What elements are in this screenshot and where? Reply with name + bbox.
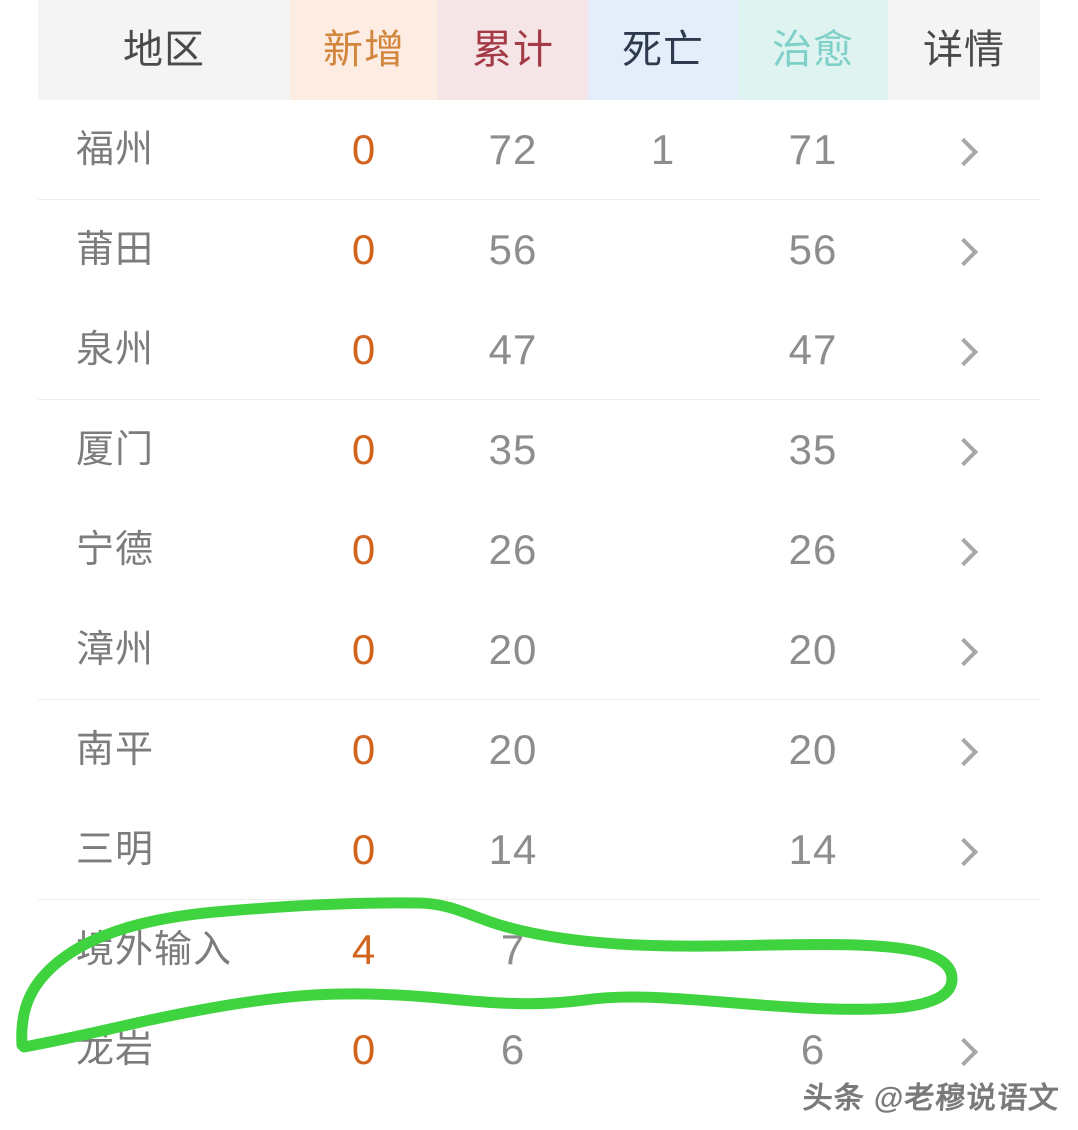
cell-region: 境外输入 (76, 929, 233, 971)
column-header-cured[interactable]: 治愈 (738, 0, 888, 100)
chevron-right-icon[interactable] (949, 537, 979, 567)
cell-new-cases: 0 (351, 226, 377, 273)
cell-deaths (588, 900, 738, 1000)
chevron-right-icon[interactable] (949, 137, 979, 167)
cell-region: 泉州 (76, 329, 155, 371)
table-row[interactable]: 漳州 0 20 20 (38, 600, 1040, 700)
cell-deaths (588, 300, 738, 400)
table-row[interactable]: 境外输入 4 7 (38, 900, 1040, 1000)
cell-cured: 71 (788, 126, 838, 173)
cell-deaths: 1 (650, 126, 676, 173)
cell-detail[interactable] (888, 800, 1040, 900)
cell-new-cases: 0 (351, 726, 377, 773)
cell-total-cases: 14 (488, 826, 538, 873)
cell-new-cases: 0 (351, 1026, 377, 1073)
cell-region: 南平 (76, 729, 155, 771)
column-header-deaths[interactable]: 死亡 (588, 0, 738, 100)
column-header-detail[interactable]: 详情 (888, 0, 1040, 100)
table-row[interactable]: 泉州 0 47 47 (38, 300, 1040, 400)
chevron-right-icon[interactable] (949, 837, 979, 867)
cell-region: 厦门 (76, 429, 155, 471)
cell-deaths (588, 200, 738, 300)
cell-region: 宁德 (76, 529, 155, 571)
watermark-text: 头条 @老穆说语文 (802, 1082, 1061, 1115)
cell-total-cases: 47 (488, 326, 538, 373)
cell-cured: 26 (788, 526, 838, 573)
cell-new-cases: 0 (351, 626, 377, 673)
cell-cured: 14 (788, 826, 838, 873)
table-body: 福州 0 72 1 71 莆田 0 56 56 泉州 0 47 47 厦门 0 35 35 宁德 0 26 26 漳州 0 2… (38, 100, 1040, 1100)
cell-new-cases: 0 (351, 826, 377, 873)
chevron-right-icon[interactable] (949, 437, 979, 467)
cell-total-cases: 35 (488, 426, 538, 473)
cell-region: 三明 (76, 829, 155, 871)
cell-deaths (588, 700, 738, 800)
cell-cured: 20 (788, 626, 838, 673)
cell-new-cases: 4 (351, 926, 377, 973)
cell-deaths (588, 500, 738, 600)
cell-detail[interactable] (888, 200, 1040, 300)
table-row[interactable]: 三明 0 14 14 (38, 800, 1040, 900)
cell-total-cases: 26 (488, 526, 538, 573)
column-header-total-cases[interactable]: 累计 (438, 0, 588, 100)
cell-region: 莆田 (76, 229, 155, 271)
table-row[interactable]: 莆田 0 56 56 (38, 200, 1040, 300)
cell-new-cases: 0 (351, 426, 377, 473)
cell-cured: 47 (788, 326, 838, 373)
cell-new-cases: 0 (351, 526, 377, 573)
cell-total-cases: 56 (488, 226, 538, 273)
cell-region: 福州 (76, 129, 155, 171)
cell-total-cases: 20 (488, 626, 538, 673)
cell-cured: 20 (788, 726, 838, 773)
cell-cured: 56 (788, 226, 838, 273)
cell-detail[interactable] (888, 600, 1040, 700)
cell-total-cases: 20 (488, 726, 538, 773)
cell-deaths (588, 600, 738, 700)
table-row[interactable]: 南平 0 20 20 (38, 700, 1040, 800)
cell-total-cases: 72 (488, 126, 538, 173)
cell-region: 龙岩 (76, 1029, 155, 1071)
cell-region: 漳州 (76, 629, 155, 671)
covid-region-table: 地区 新增 累计 死亡 治愈 详情 福州 0 72 1 71 莆田 0 56 56 泉州 0 47 47… (38, 0, 1040, 1130)
chevron-right-icon[interactable] (949, 737, 979, 767)
chevron-right-icon[interactable] (949, 237, 979, 267)
table-row[interactable]: 福州 0 72 1 71 (38, 100, 1040, 200)
chevron-right-icon[interactable] (949, 1037, 979, 1067)
cell-detail[interactable] (888, 500, 1040, 600)
column-header-new-cases[interactable]: 新增 (290, 0, 438, 100)
cell-deaths (588, 400, 738, 500)
cell-detail[interactable] (888, 900, 1040, 1000)
cell-cured (738, 900, 888, 1000)
cell-cured: 35 (788, 426, 838, 473)
table-header-row: 地区 新增 累计 死亡 治愈 详情 (38, 0, 1040, 100)
chevron-right-icon[interactable] (949, 637, 979, 667)
cell-detail[interactable] (888, 400, 1040, 500)
cell-detail[interactable] (888, 300, 1040, 400)
cell-total-cases: 7 (500, 926, 526, 973)
cell-total-cases: 6 (500, 1026, 526, 1073)
cell-deaths (588, 1000, 738, 1100)
cell-detail[interactable] (888, 700, 1040, 800)
cell-deaths (588, 800, 738, 900)
table-row[interactable]: 宁德 0 26 26 (38, 500, 1040, 600)
column-header-region[interactable]: 地区 (38, 0, 290, 100)
table-row[interactable]: 厦门 0 35 35 (38, 400, 1040, 500)
cell-detail[interactable] (888, 100, 1040, 200)
cell-new-cases: 0 (351, 126, 377, 173)
cell-new-cases: 0 (351, 326, 377, 373)
chevron-right-icon[interactable] (949, 337, 979, 367)
